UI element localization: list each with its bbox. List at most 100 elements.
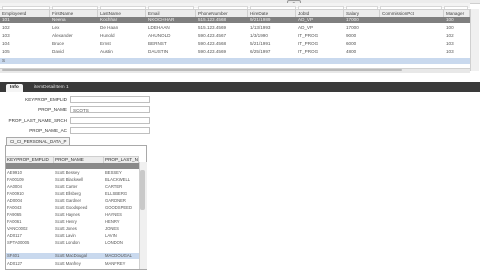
cell	[380, 17, 444, 23]
cell: DAUSTIN	[148, 49, 169, 54]
list-item[interactable]: SPTA00005 Scott London LONDON	[6, 240, 139, 246]
list-item[interactable]: AD0127 Scott Manfrey MANFREY	[6, 261, 139, 267]
cell: 17000	[346, 25, 359, 30]
cell: 103	[446, 41, 454, 46]
cell: Scott Haynes	[55, 212, 80, 217]
cell: AD0117	[7, 233, 22, 238]
table-row[interactable]: 102 Lex De Haan LDEHAAN 515.123.4569 1/1…	[0, 25, 470, 31]
column-header-commissionpct[interactable]: CommissionPct	[380, 10, 444, 17]
list-item[interactable]: AD0004 Scott Gardner GARDNER	[6, 198, 139, 204]
cell: 1/13/1993	[250, 25, 271, 30]
cell: IT_PROG	[298, 33, 319, 38]
list-item[interactable]: FA0061 Scott Henry HENRY	[6, 219, 139, 225]
cell: Scott Jones	[55, 226, 77, 231]
cell: JONES	[105, 226, 119, 231]
prop-name-label: PROP_NAME	[38, 107, 67, 112]
cell: AD0004	[7, 198, 23, 203]
column-header-jobid[interactable]: JobId	[296, 10, 344, 17]
list-item[interactable]: VANC0002 Scott Jones JONES	[6, 226, 139, 232]
prop-name-field[interactable]: SCOTS	[70, 106, 150, 113]
cell: 100	[446, 25, 454, 30]
lower-grid-filter-row	[6, 146, 139, 156]
cell: 590.423.4568	[198, 41, 227, 46]
cell: GOODSPEED	[105, 205, 132, 210]
list-item[interactable]: FA9065 Scott Haynes HAYNES	[6, 212, 139, 218]
cell: HENRY	[105, 219, 120, 224]
cell: GARDNER	[105, 198, 126, 203]
column-header-employeeid[interactable]: EmployeeId	[0, 10, 50, 17]
column-header-phonenumber[interactable]: PhoneNumber	[196, 10, 248, 17]
table-row[interactable]: 104 Bruce Ernst BERNST 590.423.4568 5/21…	[0, 41, 470, 47]
cell	[380, 41, 444, 47]
keyprop-field[interactable]	[70, 96, 150, 103]
cell: 100	[446, 17, 454, 22]
column-header-email[interactable]: Email	[146, 10, 196, 17]
new-row[interactable]: S	[0, 58, 470, 64]
cell: Hunold	[100, 33, 115, 38]
cell: 6/25/1997	[250, 49, 271, 54]
list-item[interactable]: FA0043 Scott Goodspeed GOODSPEED	[6, 205, 139, 211]
cell	[380, 25, 444, 31]
cell: Lex	[52, 25, 60, 30]
list-item[interactable]: SF401 Scott MacDougal MACDOUGAL	[6, 253, 139, 260]
list-item[interactable]: FA00910 Scott Ellsberg ELLSBERG	[6, 191, 139, 197]
cell: SPTA00005	[7, 240, 30, 245]
column-header-salary[interactable]: Salary	[344, 10, 380, 17]
cell: Scott Ellsberg	[55, 191, 81, 196]
cell: LAVIN	[105, 233, 117, 238]
lower-grid-scroll-thumb[interactable]	[140, 170, 145, 210]
cell: FA0043	[7, 205, 22, 210]
cell: LONDON	[105, 240, 123, 245]
cell: 515.123.4568	[198, 17, 227, 22]
cell: IT_PROG	[298, 41, 319, 46]
table-row[interactable]: 101 Neena Kochhar NKOCHHAR 515.123.4568 …	[0, 17, 470, 23]
cell: NKOCHHAR	[148, 17, 175, 22]
list-item[interactable]	[6, 163, 140, 170]
cell: FA9065	[7, 212, 22, 217]
cell	[104, 163, 140, 169]
cell	[6, 163, 55, 169]
cell: Scott Lavin	[55, 233, 76, 238]
cell: BERNST	[148, 41, 167, 46]
table-row[interactable]: 103 Alexander Hunold AHUNOLD 590.423.456…	[0, 33, 470, 39]
cell: Austin	[100, 49, 113, 54]
cell: AE9910	[7, 170, 22, 175]
prop-name-ac-field[interactable]	[70, 127, 150, 134]
list-item[interactable]: FA00109 Scott Blackwell BLACKWELL	[6, 177, 139, 183]
cell: ELLSBERG	[105, 191, 128, 196]
cell: HAYNES	[105, 212, 122, 217]
top-grid-scroll-thumb[interactable]	[2, 69, 402, 71]
cell: IT_PROG	[298, 49, 319, 54]
cell: Scott Blackwell	[55, 177, 84, 182]
top-filter-row	[0, 3, 470, 10]
prop-last-name-label: PROP_LAST_NAME_SRCH	[8, 118, 67, 123]
list-item[interactable]: AA0004 Scott Carter CARTER	[6, 184, 139, 190]
cell: Scott Gardner	[55, 198, 82, 203]
cell: Bruce	[52, 41, 65, 46]
prop-last-name-field[interactable]	[70, 117, 150, 124]
cell: MACDOUGAL	[105, 253, 132, 258]
cell: Ernst	[100, 41, 111, 46]
cell: 5/21/1991	[250, 41, 271, 46]
column-header-lastname[interactable]: LastName	[98, 10, 146, 17]
tab-info[interactable]: Info	[6, 84, 23, 92]
list-item[interactable]: AD0117 Scott Lavin LAVIN	[6, 233, 139, 239]
table-row[interactable]: 105 David Austin DAUSTIN 590.423.4569 6/…	[0, 49, 470, 55]
cell: Scott Goodspeed	[55, 205, 88, 210]
keyprop-label: KEYPROP_EMPLID	[25, 97, 67, 102]
cell: CARTER	[105, 184, 123, 189]
list-item[interactable]: AE9910 Scott Bessey BESSEY	[6, 170, 139, 176]
column-header-hiredate[interactable]: HireDate	[248, 10, 296, 17]
cell: Alexander	[52, 33, 73, 38]
tab-item-detail[interactable]: itemDetailItem 1	[30, 84, 73, 92]
cell: AA0004	[7, 184, 22, 189]
cell: 103	[2, 33, 10, 38]
cell: 9/21/1989	[250, 17, 271, 22]
cell: BESSEY	[105, 170, 122, 175]
column-header-firstname[interactable]: FirstName	[50, 10, 98, 17]
top-grid-vertical-scrollbar[interactable]	[470, 9, 479, 71]
cell	[380, 33, 444, 39]
cell: 6000	[346, 41, 357, 46]
cell: 515.123.4569	[198, 25, 227, 30]
column-header-manager[interactable]: Manager	[444, 10, 470, 17]
